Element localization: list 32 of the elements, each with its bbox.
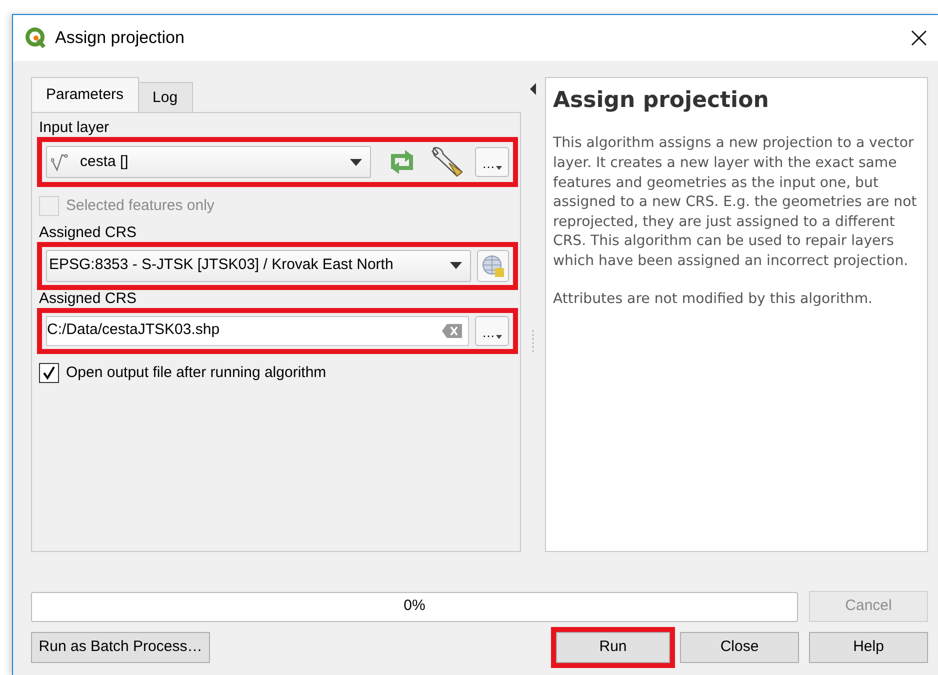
dialog-button[interactable]: Close [680, 632, 799, 663]
options-button[interactable]: … [475, 316, 509, 346]
checkbox-label: Open output file after running algorithm [66, 362, 326, 382]
field-label: Input layer [39, 119, 110, 137]
options-button[interactable]: … [475, 147, 509, 177]
checkbox[interactable] [39, 362, 59, 383]
progress-text: 0% [402, 596, 426, 616]
help-paragraph: This algorithm assigns a new projection to a vector layer. It creates a new layer with the exact same features and geometries as the input one, but assigned to a new CRS. E.g. the geometries are not reprojected, they are just assigned to a different CRS. This algorithm can be used to repair layers which have been assigned an incorrect projection. [553, 134, 918, 271]
app-logo-icon [25, 27, 47, 49]
help-paragraph: Attributes are not modified by this algorithm. [553, 290, 874, 309]
splitter-handle-icon[interactable] [532, 330, 534, 352]
close-icon[interactable] [910, 29, 928, 47]
help-title: Assign projection [553, 88, 770, 114]
collapse-icon[interactable] [530, 83, 536, 95]
dropdown-caret-icon [350, 158, 362, 166]
batch-process-button[interactable]: Run as Batch Process… [31, 632, 210, 663]
caret-icon [496, 334, 502, 338]
crs-dropdown[interactable]: EPSG:8353 - S-JTSK [JTSK03] / Krovak East North [46, 250, 471, 282]
field-label: Assigned CRS [39, 290, 138, 308]
wrench-icon[interactable] [429, 145, 465, 179]
window-title: Assign projection [55, 27, 184, 50]
layer-dropdown[interactable]: cesta [] [46, 146, 371, 178]
field-label: Assigned CRS [39, 224, 138, 242]
tab[interactable]: Log [138, 82, 193, 112]
caret-icon [496, 166, 502, 170]
checkbox-label: Selected features only [66, 196, 214, 216]
crs-selector-button[interactable] [477, 250, 509, 282]
dropdown-caret-icon [450, 262, 462, 269]
dialog-button[interactable]: Help [809, 632, 928, 663]
file-path-field[interactable]: C:/Data/cestaJTSK03.shp [46, 316, 469, 346]
tab[interactable]: Parameters [31, 77, 139, 112]
clear-icon[interactable] [442, 324, 462, 338]
